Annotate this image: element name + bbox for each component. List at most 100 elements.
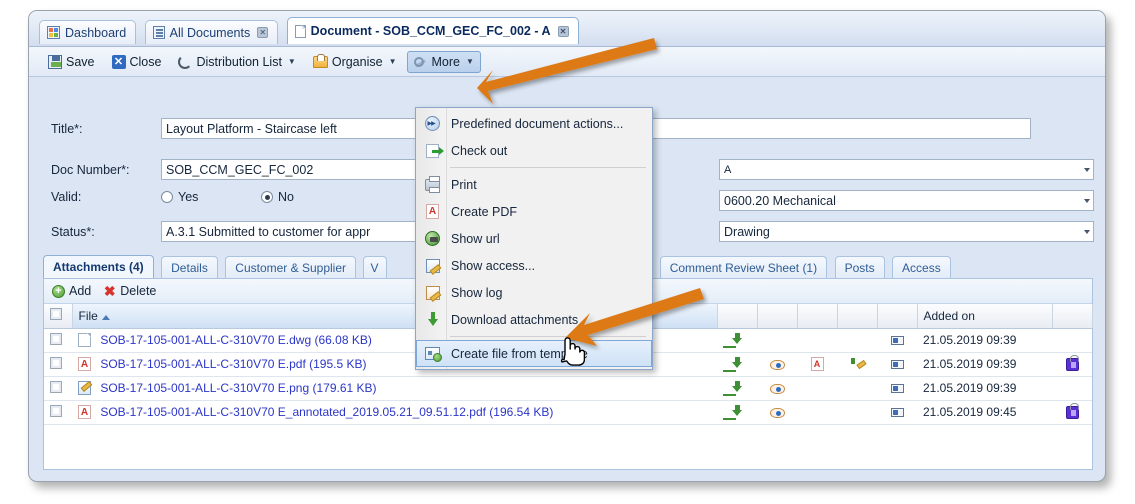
organise-button[interactable]: Organise ▼ (306, 51, 404, 73)
tab-attachments[interactable]: Attachments (4) (43, 255, 154, 278)
checkbox-icon[interactable] (50, 380, 62, 393)
menu-item-show-url[interactable]: Show url (416, 225, 652, 252)
properties-icon[interactable] (890, 336, 904, 346)
document-toolbar: Save ✕ Close Distribution List ▼ Organis… (29, 47, 1105, 77)
lock-icon[interactable] (1065, 403, 1079, 420)
close-button[interactable]: ✕ Close (105, 51, 169, 73)
download-icon[interactable] (731, 381, 744, 394)
tab-comment-review-sheet[interactable]: Comment Review Sheet (1) (659, 256, 828, 278)
download-annotated-icon[interactable] (850, 358, 864, 371)
view-eye-icon[interactable] (769, 407, 785, 418)
checkbox-icon[interactable] (50, 332, 62, 345)
tab-details[interactable]: Details (161, 256, 218, 278)
pdf-download-cell[interactable] (837, 352, 877, 377)
menu-item-print[interactable]: Print (416, 171, 652, 198)
download-cell[interactable] (717, 352, 757, 377)
view-eye-icon[interactable] (769, 359, 785, 370)
added-on-cell: 21.05.2019 09:39 (917, 376, 1052, 401)
pdf-cell[interactable]: A (797, 352, 837, 377)
properties-cell[interactable] (877, 352, 917, 377)
valid-yes-radio[interactable]: Yes (161, 190, 261, 204)
row-select-cell[interactable] (44, 352, 72, 377)
lock-cell[interactable] (1052, 400, 1092, 425)
lock-icon[interactable] (1065, 355, 1079, 372)
view-cell[interactable] (757, 400, 797, 425)
folder-select[interactable]: 0600.20 Mechanical (719, 190, 1094, 211)
tab-partial-v[interactable]: V (363, 256, 388, 278)
added-on-column-header[interactable]: Added on (917, 304, 1053, 329)
menu-item-label: Show access... (451, 258, 536, 273)
row-select-cell[interactable] (44, 376, 72, 401)
properties-icon[interactable] (890, 408, 904, 418)
revision-select[interactable]: A (719, 159, 1094, 180)
properties-icon[interactable] (890, 360, 904, 370)
file-link[interactable]: SOB-17-105-001-ALL-C-310V70 E.dwg (66.08… (100, 333, 371, 347)
properties-cell[interactable] (877, 376, 917, 401)
view-cell[interactable] (757, 376, 797, 401)
table-row[interactable]: SOB-17-105-001-ALL-C-310V70 E_annotated_… (44, 400, 1092, 425)
view-eye-icon[interactable] (769, 383, 785, 394)
type-row: ype*: Drawing (604, 221, 1094, 242)
properties-icon[interactable] (890, 384, 904, 394)
added-on-cell: 21.05.2019 09:45 (917, 400, 1052, 425)
more-button[interactable]: More ▼ (406, 50, 481, 73)
lock-cell (1052, 376, 1092, 401)
lock-cell[interactable] (1052, 352, 1092, 377)
tab-access[interactable]: Access (892, 256, 951, 278)
close-label: Close (129, 54, 162, 69)
app-tab-document[interactable]: Document - SOB_CCM_GEC_FC_002 - A ✕ (286, 17, 579, 44)
row-select-cell[interactable] (44, 400, 72, 425)
app-tab-all-documents[interactable]: All Documents ✕ (144, 20, 279, 44)
checkbox-icon[interactable] (50, 404, 62, 417)
file-link[interactable]: SOB-17-105-001-ALL-C-310V70 E_annotated_… (100, 405, 553, 419)
close-icon[interactable]: ✕ (257, 27, 269, 38)
menu-item-predefined-document-actions[interactable]: Predefined document actions... (416, 110, 652, 137)
checkbox-icon[interactable] (50, 356, 62, 369)
file-link[interactable]: SOB-17-105-001-ALL-C-310V70 E.pdf (195.5… (100, 357, 366, 371)
chevron-down-icon: ▼ (287, 57, 296, 66)
row-select-cell[interactable] (44, 328, 72, 353)
download-icon[interactable] (731, 357, 744, 370)
delete-button[interactable]: ✖ Delete (103, 284, 157, 299)
menu-item-check-out[interactable]: Check out (416, 137, 652, 164)
checkbox-icon[interactable] (50, 308, 62, 321)
valid-no-radio[interactable]: No (261, 190, 294, 204)
add-label: Add (69, 284, 92, 298)
select-all-header[interactable] (44, 304, 73, 329)
tab-posts[interactable]: Posts (834, 256, 885, 278)
distribution-list-button[interactable]: Distribution List ▼ (171, 51, 302, 73)
delete-label: Delete (120, 284, 157, 298)
type-select[interactable]: Drawing (719, 221, 1094, 242)
menu-item-show-log[interactable]: Show log (416, 279, 652, 306)
view-cell[interactable] (757, 352, 797, 377)
download-cell[interactable] (717, 376, 757, 401)
tab-customer-supplier[interactable]: Customer & Supplier (225, 256, 356, 278)
download-cell[interactable] (717, 400, 757, 425)
menu-item-create-file-from-template[interactable]: Create file from template (416, 340, 652, 367)
file-cell[interactable]: SOB-17-105-001-ALL-C-310V70 E_annotated_… (72, 400, 717, 425)
properties-cell[interactable] (877, 328, 917, 353)
file-header-label: File (78, 308, 98, 323)
file-link[interactable]: SOB-17-105-001-ALL-C-310V70 E.png (179.6… (100, 381, 376, 395)
menu-item-download-attachments[interactable]: Download attachments (416, 306, 652, 333)
added-on-cell: 21.05.2019 09:39 (917, 328, 1052, 353)
app-tab-dashboard[interactable]: Dashboard (39, 20, 137, 44)
pdf-icon[interactable]: A (810, 357, 824, 372)
pdf-icon: A (424, 203, 441, 220)
add-button[interactable]: + Add (52, 284, 91, 298)
close-icon[interactable]: ✕ (557, 25, 569, 37)
properties-cell[interactable] (877, 400, 917, 425)
check-out-icon (424, 142, 444, 159)
file-cell[interactable]: SOB-17-105-001-ALL-C-310V70 E.png (179.6… (72, 376, 717, 401)
download-icon[interactable] (731, 405, 744, 418)
download-icon[interactable] (731, 333, 744, 346)
download-cell[interactable] (717, 328, 757, 353)
menu-item-create-pdf[interactable]: A Create PDF (416, 198, 652, 225)
view-cell (757, 328, 797, 353)
lock-cell (1052, 328, 1092, 353)
menu-item-label: Print (451, 177, 477, 192)
table-row[interactable]: SOB-17-105-001-ALL-C-310V70 E.png (179.6… (44, 376, 1092, 401)
menu-item-show-access[interactable]: Show access... (416, 252, 652, 279)
save-button[interactable]: Save (41, 51, 102, 73)
app-tab-label: All Documents (169, 25, 251, 40)
